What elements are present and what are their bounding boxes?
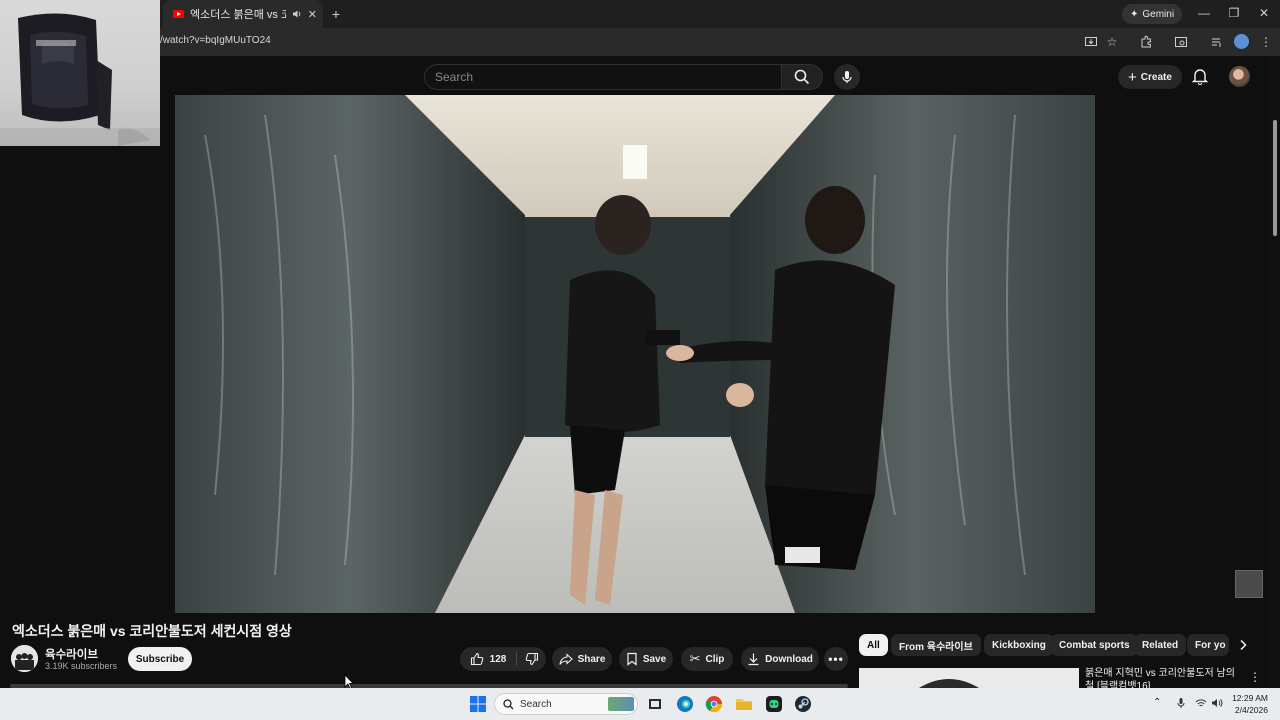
- file-explorer-icon[interactable]: [735, 695, 753, 713]
- gemini-button[interactable]: ✦ Gemini: [1122, 4, 1183, 24]
- youtube-masthead: Search + Create: [0, 56, 1270, 96]
- page-scrollbar[interactable]: [1270, 56, 1280, 688]
- speaker-icon[interactable]: [292, 9, 302, 19]
- tray-volume-icon[interactable]: [1211, 697, 1223, 709]
- scissors-icon: ✂: [689, 651, 701, 666]
- youtube-favicon-icon: [173, 10, 184, 18]
- channel-watermark-image[interactable]: [1235, 570, 1263, 598]
- chip-all[interactable]: All: [859, 634, 888, 656]
- webcam-overlay: [0, 0, 160, 146]
- taskbar-clock-time[interactable]: 12:29 AM: [1232, 693, 1268, 703]
- gemini-label: Gemini: [1142, 8, 1175, 20]
- new-tab-button[interactable]: +: [328, 6, 344, 22]
- download-button[interactable]: Download: [741, 647, 819, 671]
- address-bar-url[interactable]: /watch?v=bqIgMUuTO24: [160, 35, 271, 46]
- chevron-right-icon[interactable]: [1238, 639, 1248, 651]
- voice-search-button[interactable]: [834, 64, 860, 90]
- search-highlight-image: [608, 697, 634, 711]
- subscriber-count: 3.19K subscribers: [45, 661, 118, 671]
- tray-microphone-icon[interactable]: [1175, 697, 1187, 709]
- recommendation-title[interactable]: 붉은매 지혁민 vs 코리안불도저 남의철 [블랙컴뱃16]: [1085, 667, 1241, 688]
- create-button[interactable]: + Create: [1118, 65, 1182, 89]
- account-avatar[interactable]: [1229, 66, 1250, 87]
- sparkle-icon: ✦: [1130, 8, 1139, 20]
- bookmark-icon: [627, 652, 637, 666]
- minimize-button[interactable]: —: [1196, 6, 1212, 20]
- dislike-button[interactable]: [517, 647, 546, 671]
- thumbs-up-icon: [470, 652, 483, 666]
- bookmark-star-icon[interactable]: ☆: [1105, 35, 1119, 49]
- search-icon: [794, 69, 810, 85]
- more-horizontal-icon: •••: [828, 652, 844, 666]
- download-icon: [748, 653, 759, 666]
- video-player[interactable]: [175, 95, 1095, 613]
- recommendation-thumbnail-image: [859, 668, 1079, 688]
- channel-avatar-image: [11, 645, 38, 672]
- chip-related[interactable]: Related: [1134, 634, 1187, 656]
- notifications-bell-icon[interactable]: [1192, 68, 1208, 85]
- chip-from-channel[interactable]: From 육수라이브: [891, 634, 981, 656]
- search-button[interactable]: [781, 64, 823, 90]
- tray-wifi-icon[interactable]: [1195, 697, 1207, 709]
- close-window-button[interactable]: ✕: [1256, 6, 1272, 20]
- microphone-icon: [842, 71, 852, 83]
- browser-toolbar: /watch?v=bqIgMUuTO24 ☆ ⋮: [0, 28, 1280, 56]
- video-frame-image: [175, 95, 1095, 613]
- share-arrow-icon: [559, 653, 573, 665]
- taskbar-search-label: Search: [520, 698, 552, 710]
- tray-overflow-chevron-icon[interactable]: ⌃: [1153, 697, 1165, 709]
- chrome-menu-icon[interactable]: ⋮: [1259, 35, 1273, 49]
- create-label: Create: [1140, 71, 1172, 83]
- share-label: Share: [577, 653, 606, 665]
- browser-tab-active[interactable]: 엑소더스 붉은매 vs 코리안불도저 ✕: [163, 0, 323, 28]
- channel-name[interactable]: 육수라이브: [45, 646, 98, 662]
- chrome-browser-icon[interactable]: [705, 695, 723, 713]
- task-view-icon[interactable]: [646, 695, 664, 713]
- windows-start-icon[interactable]: [469, 695, 487, 713]
- scrollbar-thumb[interactable]: [1273, 120, 1277, 236]
- extensions-icon[interactable]: [1139, 35, 1153, 49]
- gaming-chair-image: [0, 13, 160, 146]
- steam-app-icon[interactable]: [794, 695, 812, 713]
- chrome-profile-avatar[interactable]: [1234, 34, 1249, 49]
- close-tab-icon[interactable]: ✕: [308, 8, 317, 21]
- mouse-cursor-icon: [344, 674, 354, 689]
- search-input[interactable]: Search: [424, 64, 782, 90]
- tab-search-icon[interactable]: [1174, 35, 1188, 49]
- search-placeholder: Search: [435, 70, 474, 84]
- video-title: 엑소더스 붉은매 vs 코리안불도저 세컨시점 영상: [12, 623, 292, 639]
- tab-title: 엑소더스 붉은매 vs 코리안불도저: [189, 9, 286, 21]
- taskbar-search[interactable]: Search: [494, 693, 638, 715]
- install-app-icon[interactable]: [1084, 35, 1098, 49]
- subscribe-button[interactable]: Subscribe: [128, 647, 192, 671]
- download-label: Download: [765, 653, 813, 665]
- media-controls-icon[interactable]: [1210, 35, 1224, 49]
- save-label: Save: [642, 653, 667, 665]
- chip-kickboxing[interactable]: Kickboxing: [984, 634, 1054, 656]
- more-actions-button[interactable]: •••: [824, 647, 848, 671]
- like-button[interactable]: 128: [460, 647, 516, 671]
- like-count: 128: [489, 653, 507, 665]
- clip-button[interactable]: ✂ Clip: [681, 647, 733, 671]
- edge-browser-icon[interactable]: [676, 695, 694, 713]
- save-button[interactable]: Save: [619, 647, 673, 671]
- browser-tab-strip: 엑소더스 붉은매 vs 코리안불도저 ✕ + ✦ Gemini — ❐ ✕: [0, 0, 1280, 28]
- more-vertical-icon[interactable]: ⋮: [1249, 670, 1261, 684]
- chip-combat-sports[interactable]: Combat sports: [1051, 634, 1138, 656]
- taskbar-search-icon: [503, 698, 514, 709]
- maximize-button[interactable]: ❐: [1226, 6, 1242, 20]
- share-button[interactable]: Share: [552, 647, 612, 671]
- clip-label: Clip: [705, 653, 725, 665]
- thumbs-down-icon: [525, 652, 538, 666]
- windows-taskbar: Search ⌃ 12:29 AM 2/4/2026: [0, 688, 1280, 720]
- channel-avatar[interactable]: [11, 645, 38, 672]
- recommendation-thumbnail[interactable]: [859, 668, 1079, 688]
- discord-app-icon[interactable]: [765, 695, 783, 713]
- like-dislike-group: 128: [460, 647, 546, 671]
- plus-icon: +: [1128, 68, 1137, 86]
- taskbar-clock-date[interactable]: 2/4/2026: [1232, 705, 1268, 715]
- chip-for-you[interactable]: For yo: [1187, 634, 1229, 656]
